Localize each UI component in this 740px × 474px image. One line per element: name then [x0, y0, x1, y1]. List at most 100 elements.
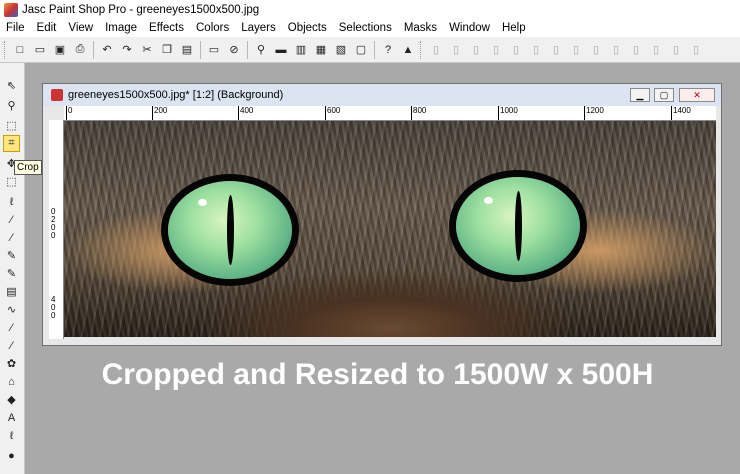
- toolbar-separator: [200, 40, 201, 59]
- ruler-label: 400: [240, 106, 254, 115]
- left-eye-glint: [198, 199, 207, 206]
- ruler-tick: [498, 106, 499, 120]
- clone-tool-icon[interactable]: ✎: [3, 247, 20, 264]
- left-pupil: [227, 194, 234, 266]
- ruler-tick: [325, 106, 326, 120]
- ruler-label: 1400: [673, 106, 691, 115]
- overview-icon[interactable]: ▬: [272, 41, 290, 59]
- browse-icon[interactable]: ⊘: [225, 41, 243, 59]
- retouch-tool-icon[interactable]: ▤: [3, 283, 20, 300]
- ruler-tick: [66, 106, 67, 120]
- toolbar-grip[interactable]: [420, 40, 424, 59]
- print-icon[interactable]: ⎙: [71, 41, 89, 59]
- layer-new-icon[interactable]: ▯: [427, 41, 445, 59]
- menu-edit[interactable]: Edit: [31, 22, 63, 34]
- mask-icon[interactable]: ▯: [527, 41, 545, 59]
- menu-view[interactable]: View: [62, 22, 99, 34]
- copy-icon[interactable]: ❐: [158, 41, 176, 59]
- toolbar-grip[interactable]: [4, 40, 8, 59]
- document-window[interactable]: greeneyes1500x500.jpg* [1:2] (Background…: [42, 83, 722, 346]
- zoom-tool-icon[interactable]: ⚲: [3, 97, 20, 114]
- help-icon[interactable]: ?: [379, 41, 397, 59]
- caption-text: Cropped and Resized to 1500W x 500H: [101, 358, 654, 391]
- zoom-icon[interactable]: ⚲: [252, 41, 270, 59]
- histogram-icon[interactable]: ▥: [292, 41, 310, 59]
- deform-tool-icon[interactable]: ⬚: [3, 117, 20, 134]
- layer-visibility-icon[interactable]: ▯: [607, 41, 625, 59]
- layer-lock-icon[interactable]: ▯: [627, 41, 645, 59]
- new-icon[interactable]: □: [11, 41, 29, 59]
- script-icon[interactable]: ▲: [399, 41, 417, 59]
- layer-group-icon[interactable]: ▯: [647, 41, 665, 59]
- paste-icon[interactable]: ▤: [178, 41, 196, 59]
- document-title: greeneyes1500x500.jpg* [1:2] (Background…: [68, 89, 284, 101]
- picture-tube-tool-icon[interactable]: ⁄: [3, 337, 20, 354]
- paint-brush-tool-icon[interactable]: ⁄: [3, 229, 20, 246]
- color-replacer-tool-icon[interactable]: ✎: [3, 265, 20, 282]
- arrow-tool-icon[interactable]: ⇖: [3, 77, 20, 94]
- menu-help[interactable]: Help: [496, 22, 532, 34]
- undo-icon[interactable]: ↶: [98, 41, 116, 59]
- screen-capture-icon[interactable]: ▭: [205, 41, 223, 59]
- text-tool-icon[interactable]: A: [3, 409, 20, 426]
- layer-palette-icon[interactable]: ▧: [332, 41, 350, 59]
- ruler-label: 600: [327, 106, 341, 115]
- menu-image[interactable]: Image: [99, 22, 143, 34]
- selection-tool-icon[interactable]: ⬚: [3, 173, 20, 190]
- menu-effects[interactable]: Effects: [143, 22, 190, 34]
- app-title-bar: Jasc Paint Shop Pro - greeneyes1500x500.…: [0, 0, 740, 19]
- color-palette-icon[interactable]: ▦: [312, 41, 330, 59]
- menu-selections[interactable]: Selections: [333, 22, 398, 34]
- ruler-label: 1000: [500, 106, 518, 115]
- menu-bar: File Edit View Image Effects Colors Laye…: [0, 19, 740, 37]
- save-icon[interactable]: ▣: [51, 41, 69, 59]
- redo-icon[interactable]: ↷: [118, 41, 136, 59]
- crop-tool-icon[interactable]: ⌗: [3, 135, 20, 152]
- minimize-button[interactable]: ▁: [630, 88, 650, 102]
- tool-options-icon[interactable]: ▢: [352, 41, 370, 59]
- right-pupil: [515, 190, 522, 262]
- app-logo-icon: [4, 2, 18, 17]
- layer-properties-icon[interactable]: ▯: [467, 41, 485, 59]
- object-icon[interactable]: ▯: [547, 41, 565, 59]
- vector-shape-tool-icon[interactable]: ●: [3, 447, 20, 464]
- vertical-ruler: 0 2 0 0 4 0 0: [49, 120, 64, 339]
- ruler-tick: [671, 106, 672, 120]
- layer-merge-icon[interactable]: ▯: [507, 41, 525, 59]
- menu-window[interactable]: Window: [443, 22, 496, 34]
- layer-blend-icon[interactable]: ▯: [667, 41, 685, 59]
- frame-icon[interactable]: ▯: [587, 41, 605, 59]
- freehand-tool-icon[interactable]: ℓ: [3, 193, 20, 210]
- menu-file[interactable]: File: [0, 22, 31, 34]
- menu-colors[interactable]: Colors: [190, 22, 235, 34]
- layer-opacity-icon[interactable]: ▯: [687, 41, 705, 59]
- right-eye-glint: [484, 197, 493, 204]
- ruler-label: 800: [413, 106, 427, 115]
- draw-tool-icon[interactable]: ◆: [3, 391, 20, 408]
- ruler-label: 0: [51, 311, 56, 320]
- cut-icon[interactable]: ✂: [138, 41, 156, 59]
- toolbar-separator: [93, 40, 94, 59]
- scratch-remover-tool-icon[interactable]: ∿: [3, 301, 20, 318]
- maximize-button[interactable]: ▢: [654, 88, 674, 102]
- close-button[interactable]: ✕: [679, 88, 715, 102]
- menu-masks[interactable]: Masks: [398, 22, 443, 34]
- ruler-tick: [411, 106, 412, 120]
- image-canvas[interactable]: [64, 121, 716, 337]
- crop-tooltip: Crop: [14, 160, 42, 175]
- layer-delete-icon[interactable]: ▯: [447, 41, 465, 59]
- tool-palette: ⇖ ⚲ ⬚ ⌗ ✥ ⬚ ℓ ⁄ ⁄ ✎ ✎ ▤ ∿ ⁄ ⁄ ✿ ⌂ ◆ A ℓ …: [0, 63, 25, 474]
- selection-icon[interactable]: ▯: [567, 41, 585, 59]
- right-cat-eye: [456, 177, 580, 275]
- menu-objects[interactable]: Objects: [282, 22, 333, 34]
- ruler-label: 200: [154, 106, 168, 115]
- layer-duplicate-icon[interactable]: ▯: [487, 41, 505, 59]
- menu-layers[interactable]: Layers: [235, 22, 282, 34]
- eraser-tool-icon[interactable]: ⁄: [3, 319, 20, 336]
- open-icon[interactable]: ▭: [31, 41, 49, 59]
- preset-shapes-tool-icon[interactable]: ℓ: [3, 427, 20, 444]
- horizontal-ruler: 0 200 400 600 800 1000 1200 1400: [64, 106, 716, 121]
- dropper-tool-icon[interactable]: ⁄: [3, 211, 20, 228]
- document-title-bar[interactable]: greeneyes1500x500.jpg* [1:2] (Background…: [43, 84, 721, 106]
- ruler-label: 1200: [586, 106, 604, 115]
